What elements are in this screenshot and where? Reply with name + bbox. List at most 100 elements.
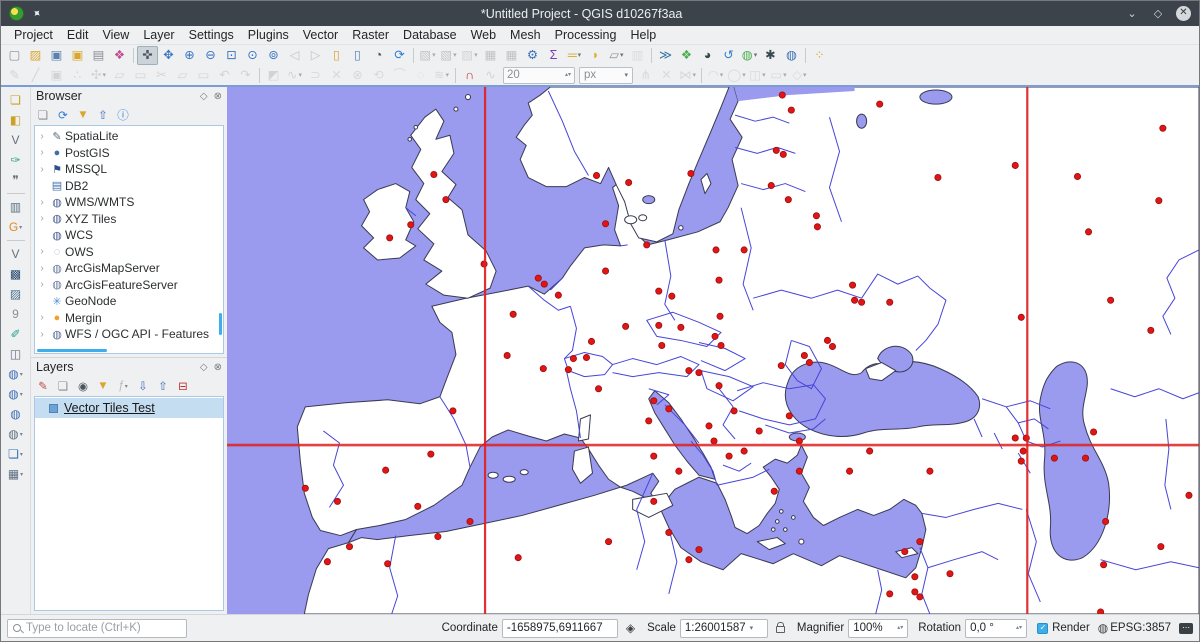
refresh-map-button[interactable]: ⟳: [389, 46, 410, 65]
menu-item-web[interactable]: Web: [464, 28, 503, 42]
expand-chevron-icon[interactable]: ›: [35, 329, 49, 340]
layers-close-icon[interactable]: ⊗: [214, 362, 222, 373]
browser-item-arcgismapserver[interactable]: ›◍ArcGisMapServer: [35, 260, 223, 277]
enable-snapping-button[interactable]: ∩: [459, 66, 480, 85]
browser-item-db2[interactable]: ▤DB2: [35, 178, 223, 195]
digitize-with-segment-button[interactable]: ◩: [263, 66, 284, 85]
scale-combobox[interactable]: 1:26001587 ▾: [680, 619, 768, 638]
browser-item-spatialite[interactable]: ›✎SpatiaLite: [35, 128, 223, 145]
browser-item-postgis[interactable]: ›●PostGIS: [35, 145, 223, 162]
add-hana-layer-button[interactable]: ✐: [5, 324, 27, 344]
show-statistical-summary-button[interactable]: Σ: [543, 46, 564, 65]
ellipse-tool-button[interactable]: ◫▾: [747, 66, 768, 85]
plugin-tools-button[interactable]: ◍▾: [739, 46, 760, 65]
select-by-value-button[interactable]: ▧▾: [438, 46, 459, 65]
offset-curve-button[interactable]: ≋▾: [431, 66, 452, 85]
snapping-tolerance-spinbox[interactable]: 20▴▾: [503, 67, 575, 84]
layer-item-vector-tiles-test[interactable]: Vector Tiles Test: [35, 398, 223, 418]
magnifier-spinbox[interactable]: 100% ▴▾: [848, 619, 908, 638]
expand-chevron-icon[interactable]: ›: [35, 147, 49, 158]
avoid-overlap-button[interactable]: ✕: [656, 66, 677, 85]
zoom-to-layer-button[interactable]: ⊚: [263, 46, 284, 65]
save-project-button[interactable]: ▣: [46, 46, 67, 65]
new-project-button[interactable]: ▢: [4, 46, 25, 65]
processing-history-button[interactable]: ↺: [718, 46, 739, 65]
add-vector-layer-button[interactable]: V: [5, 130, 27, 150]
deselect-features-button[interactable]: ▧▾: [459, 46, 480, 65]
expand-chevron-icon[interactable]: ›: [35, 131, 49, 142]
add-virtual-table-button[interactable]: ◫: [5, 344, 27, 364]
spinner-arrows-icon[interactable]: ▴▾: [565, 73, 571, 78]
current-edits-button[interactable]: ✎: [4, 66, 25, 85]
menu-item-settings[interactable]: Settings: [182, 28, 241, 42]
add-spatialite-layer-button[interactable]: V: [5, 244, 27, 264]
add-oracle-layer-button[interactable]: 9: [5, 304, 27, 324]
expand-chevron-icon[interactable]: ›: [35, 279, 49, 290]
zoom-to-selection-button[interactable]: ⊙: [242, 46, 263, 65]
delete-selected-button[interactable]: ▭: [130, 66, 151, 85]
add-delimited-text-layer-button[interactable]: ❞: [5, 170, 27, 190]
regular-polygon-tool-button[interactable]: ◇▾: [789, 66, 810, 85]
circular-string-button[interactable]: ◠▾: [705, 66, 726, 85]
open-attribute-table-button[interactable]: ▦: [480, 46, 501, 65]
processing-toolbox-button[interactable]: ⚙: [522, 46, 543, 65]
minimize-button[interactable]: ⌄: [1124, 7, 1140, 20]
collapse-all-button[interactable]: ⇧: [94, 107, 112, 124]
collapse-all-layers-button[interactable]: ⇧: [154, 378, 172, 395]
expand-chevron-icon[interactable]: ›: [35, 263, 49, 274]
expand-chevron-icon[interactable]: ›: [35, 312, 49, 323]
refresh-browser-button[interactable]: ⟳: [54, 107, 72, 124]
new-spatial-bookmark-button[interactable]: ▯: [326, 46, 347, 65]
menu-item-vector[interactable]: Vector: [296, 28, 345, 42]
circle-tool-button[interactable]: ◯▾: [726, 66, 747, 85]
manage-plugins-button[interactable]: ❖: [676, 46, 697, 65]
zoom-last-button[interactable]: ◁: [284, 46, 305, 65]
new-annotation-button[interactable]: ▱▾: [606, 46, 627, 65]
menu-item-plugins[interactable]: Plugins: [241, 28, 296, 42]
browser-float-icon[interactable]: ◇: [200, 91, 208, 102]
menu-item-help[interactable]: Help: [623, 28, 663, 42]
save-layer-edits-button[interactable]: ▣: [46, 66, 67, 85]
rotation-spinbox[interactable]: 0,0 ° ▴▾: [965, 619, 1027, 638]
messages-icon[interactable]: ⋯: [1179, 623, 1193, 634]
add-wfs-layer-button[interactable]: ◍▾: [5, 424, 27, 444]
save-project-as-button[interactable]: ▣: [67, 46, 88, 65]
expand-all-layers-button[interactable]: ⇩: [134, 378, 152, 395]
topological-editing-button[interactable]: ⋔: [635, 66, 656, 85]
expand-chevron-icon[interactable]: ›: [35, 213, 49, 224]
merge-features-button[interactable]: ⊗: [347, 66, 368, 85]
split-features-button[interactable]: ✕: [326, 66, 347, 85]
menu-item-project[interactable]: Project: [7, 28, 60, 42]
open-layer-styling-button[interactable]: ✎: [34, 378, 52, 395]
enable-properties-widget-button[interactable]: ⓘ: [114, 107, 132, 124]
browser-vscrollbar[interactable]: [219, 313, 222, 335]
copy-features-button[interactable]: ▱: [172, 66, 193, 85]
simplify-feature-button[interactable]: ⌒: [389, 66, 410, 85]
expand-chevron-icon[interactable]: ›: [35, 164, 49, 175]
add-group-button[interactable]: ❏: [54, 378, 72, 395]
add-xyz-layer-button[interactable]: ◍▾: [5, 384, 27, 404]
menu-item-mesh[interactable]: Mesh: [503, 28, 548, 42]
delete-ring-button[interactable]: ◌: [410, 66, 431, 85]
menu-item-edit[interactable]: Edit: [60, 28, 96, 42]
browser-item-wfs-ogc-api-features[interactable]: ›◍WFS / OGC API - Features: [35, 326, 223, 343]
add-mssql-layer-button[interactable]: ▨: [5, 284, 27, 304]
open-data-source-manager-button[interactable]: ❏: [5, 90, 27, 110]
lock-scale-icon[interactable]: [776, 626, 785, 633]
browser-item-geonode[interactable]: ✳GeoNode: [35, 293, 223, 310]
zoom-next-button[interactable]: ▷: [305, 46, 326, 65]
stream-digitizing-button[interactable]: ∿▾: [284, 66, 305, 85]
extents-toggle-icon[interactable]: ◈: [626, 621, 635, 635]
crs-value[interactable]: EPSG:3857: [1110, 622, 1171, 634]
menu-item-layer[interactable]: Layer: [136, 28, 181, 42]
remove-layer-button[interactable]: ⊟: [174, 378, 192, 395]
zoom-full-button[interactable]: ⊡: [221, 46, 242, 65]
maximize-button[interactable]: ◇: [1150, 7, 1166, 20]
browser-close-icon[interactable]: ⊗: [214, 91, 222, 102]
move-feature-button[interactable]: ✣▾: [88, 66, 109, 85]
coordinate-input[interactable]: -1658975,6911667: [502, 619, 618, 638]
spinner-arrows-icon[interactable]: ▴▾: [897, 626, 903, 631]
mini-chart-plugin-button[interactable]: ⁘: [809, 46, 830, 65]
reshape-features-button[interactable]: ⊃: [305, 66, 326, 85]
browser-item-wcs[interactable]: ◍WCS: [35, 227, 223, 244]
